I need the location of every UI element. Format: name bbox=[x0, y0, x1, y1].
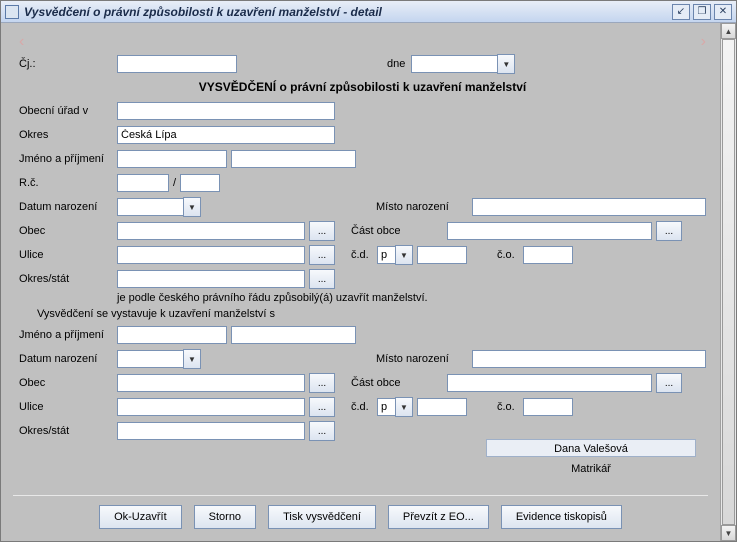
cast-obce1-input[interactable] bbox=[447, 222, 652, 240]
datum-nar1-label: Datum narození bbox=[19, 201, 117, 213]
obec1-label: Obec bbox=[19, 225, 117, 237]
jmeno2-first-input[interactable] bbox=[117, 326, 227, 344]
cast-obce1-label: Část obce bbox=[351, 225, 447, 237]
obec2-input[interactable] bbox=[117, 374, 305, 392]
datum-nar2-combo[interactable] bbox=[117, 349, 201, 369]
co1-label: č.o. bbox=[497, 249, 523, 261]
dne-date-combo[interactable] bbox=[411, 54, 515, 74]
window-title: Vysvědčení o právní způsobilosti k uzavř… bbox=[24, 5, 669, 19]
ulice1-label: Ulice bbox=[19, 249, 117, 261]
print-button[interactable]: Tisk vysvědčení bbox=[268, 505, 376, 529]
obecni-urad-input[interactable] bbox=[117, 102, 335, 120]
okres-label: Okres bbox=[19, 129, 117, 141]
rc-part1-input[interactable] bbox=[117, 174, 169, 192]
cd1-label: č.d. bbox=[351, 249, 377, 261]
import-eo-button[interactable]: Převzít z EO... bbox=[388, 505, 489, 529]
okres-stat2-lookup-button[interactable]: ... bbox=[309, 421, 335, 441]
cd1-num-input[interactable] bbox=[417, 246, 467, 264]
cd2-num-input[interactable] bbox=[417, 398, 467, 416]
registrar-role-label: Matrikář bbox=[486, 463, 696, 475]
cd1-type-input[interactable] bbox=[377, 246, 395, 264]
cast-obce1-lookup-button[interactable]: ... bbox=[656, 221, 682, 241]
co2-input[interactable] bbox=[523, 398, 573, 416]
jmeno2-label: Jméno a příjmení bbox=[19, 329, 117, 341]
cd2-type-input[interactable] bbox=[377, 398, 395, 416]
prev-record-icon[interactable]: ‹ bbox=[19, 33, 24, 51]
datum-nar2-label: Datum narození bbox=[19, 353, 117, 365]
okres-stat1-input[interactable] bbox=[117, 270, 305, 288]
statement-with: Vysvědčení se vystavuje k uzavření manže… bbox=[37, 308, 706, 320]
rc-label: R.č. bbox=[19, 177, 117, 189]
datum-nar1-input[interactable] bbox=[117, 198, 183, 216]
misto-nar2-input[interactable] bbox=[472, 350, 706, 368]
maximize-button[interactable]: ❐ bbox=[693, 4, 711, 20]
cast-obce2-input[interactable] bbox=[447, 374, 652, 392]
next-record-icon[interactable]: › bbox=[701, 33, 706, 51]
titlebar: Vysvědčení o právní způsobilosti k uzavř… bbox=[1, 1, 736, 23]
obec1-input[interactable] bbox=[117, 222, 305, 240]
jmeno1-first-input[interactable] bbox=[117, 150, 227, 168]
cd2-type-dropdown-icon[interactable] bbox=[395, 397, 413, 417]
minimize-button[interactable]: ↙ bbox=[672, 4, 690, 20]
ulice2-input[interactable] bbox=[117, 398, 305, 416]
okres-input[interactable] bbox=[117, 126, 335, 144]
obec2-label: Obec bbox=[19, 377, 117, 389]
window: Vysvědčení o právní způsobilosti k uzavř… bbox=[0, 0, 737, 542]
ulice1-lookup-button[interactable]: ... bbox=[309, 245, 335, 265]
rc-part2-input[interactable] bbox=[180, 174, 220, 192]
ulice1-input[interactable] bbox=[117, 246, 305, 264]
cd1-type-combo[interactable] bbox=[377, 245, 413, 265]
obec2-lookup-button[interactable]: ... bbox=[309, 373, 335, 393]
window-icon bbox=[5, 5, 19, 19]
jmeno1-last-input[interactable] bbox=[231, 150, 356, 168]
misto-nar2-label: Místo narození bbox=[376, 353, 472, 365]
datum-nar2-dropdown-icon[interactable] bbox=[183, 349, 201, 369]
form-content: ‹ › Čj.: dne VYSVĚDČENÍ o právní způsobi… bbox=[1, 23, 720, 541]
obecni-urad-label: Obecní úřad v bbox=[19, 105, 117, 117]
jmeno1-label: Jméno a příjmení bbox=[19, 153, 117, 165]
cd1-type-dropdown-icon[interactable] bbox=[395, 245, 413, 265]
ulice2-lookup-button[interactable]: ... bbox=[309, 397, 335, 417]
form-heading: VYSVĚDČENÍ o právní způsobilosti k uzavř… bbox=[19, 77, 706, 100]
button-bar: Ok-Uzavřít Storno Tisk vysvědčení Převzí… bbox=[13, 495, 708, 531]
cd2-type-combo[interactable] bbox=[377, 397, 413, 417]
datum-nar2-input[interactable] bbox=[117, 350, 183, 368]
okres-stat2-input[interactable] bbox=[117, 422, 305, 440]
misto-nar1-label: Místo narození bbox=[376, 201, 472, 213]
datum-nar1-dropdown-icon[interactable] bbox=[183, 197, 201, 217]
close-button[interactable]: ✕ bbox=[714, 4, 732, 20]
okres-stat1-lookup-button[interactable]: ... bbox=[309, 269, 335, 289]
ulice2-label: Ulice bbox=[19, 401, 117, 413]
forms-evidence-button[interactable]: Evidence tiskopisů bbox=[501, 505, 622, 529]
vertical-scrollbar[interactable]: ▲ ▼ bbox=[720, 23, 736, 541]
scroll-up-icon[interactable]: ▲ bbox=[721, 23, 736, 39]
co1-input[interactable] bbox=[523, 246, 573, 264]
dne-date-dropdown-icon[interactable] bbox=[497, 54, 515, 74]
okres-stat1-label: Okres/stát bbox=[19, 273, 117, 285]
dne-label: dne bbox=[387, 58, 405, 70]
ok-close-button[interactable]: Ok-Uzavřít bbox=[99, 505, 182, 529]
dne-date-input[interactable] bbox=[411, 55, 497, 73]
obec1-lookup-button[interactable]: ... bbox=[309, 221, 335, 241]
rc-separator: / bbox=[173, 177, 176, 189]
jmeno2-last-input[interactable] bbox=[231, 326, 356, 344]
scroll-down-icon[interactable]: ▼ bbox=[721, 525, 736, 541]
okres-stat2-label: Okres/stát bbox=[19, 425, 117, 437]
datum-nar1-combo[interactable] bbox=[117, 197, 201, 217]
cj-input[interactable] bbox=[117, 55, 237, 73]
registrar-name-field[interactable]: Dana Valešová bbox=[486, 439, 696, 457]
statement-capable: je podle českého právního řádu způsobilý… bbox=[117, 292, 706, 304]
cj-label: Čj.: bbox=[19, 58, 117, 70]
cast-obce2-lookup-button[interactable]: ... bbox=[656, 373, 682, 393]
cast-obce2-label: Část obce bbox=[351, 377, 447, 389]
cd2-label: č.d. bbox=[351, 401, 377, 413]
scroll-thumb[interactable] bbox=[722, 39, 735, 525]
storno-button[interactable]: Storno bbox=[194, 505, 256, 529]
misto-nar1-input[interactable] bbox=[472, 198, 706, 216]
co2-label: č.o. bbox=[497, 401, 523, 413]
